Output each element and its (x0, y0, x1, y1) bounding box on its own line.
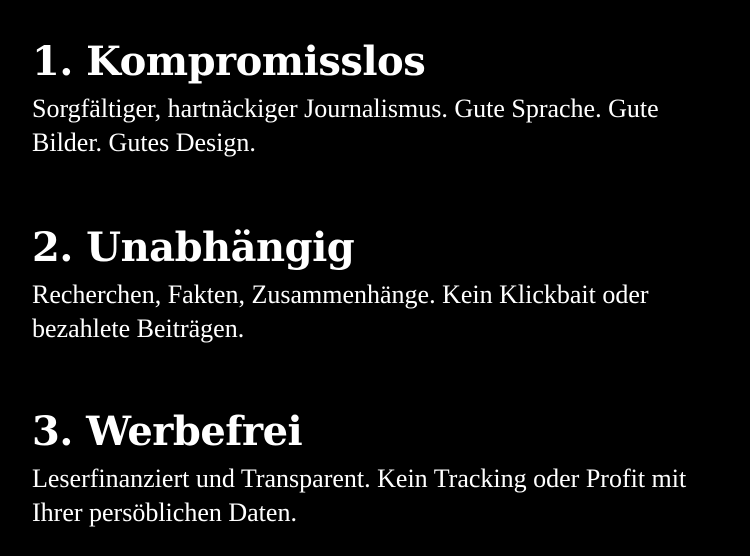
principle-werbefrei: 3. Werbefrei Leserfinanziert und Transpa… (32, 406, 732, 530)
principle-heading: 3. Werbefrei (32, 408, 303, 455)
principle-heading: 2. Unabhängig (32, 224, 355, 271)
principle-unabhaengig: 2. Unabhängig Recherchen, Fakten, Zusamm… (32, 222, 732, 346)
principle-description: Sorgfältiger, hartnäckiger Journalismus.… (32, 94, 659, 157)
principle-heading: 1. Kompromisslos (32, 38, 426, 85)
principle-description: Recherchen, Fakten, Zusammenhänge. Kein … (32, 280, 649, 343)
principle-kompromisslos: 1. Kompromisslos Sorgfältiger, hartnäcki… (32, 36, 732, 160)
principle-description: Leserfinanziert und Transparent. Kein Tr… (32, 464, 687, 527)
